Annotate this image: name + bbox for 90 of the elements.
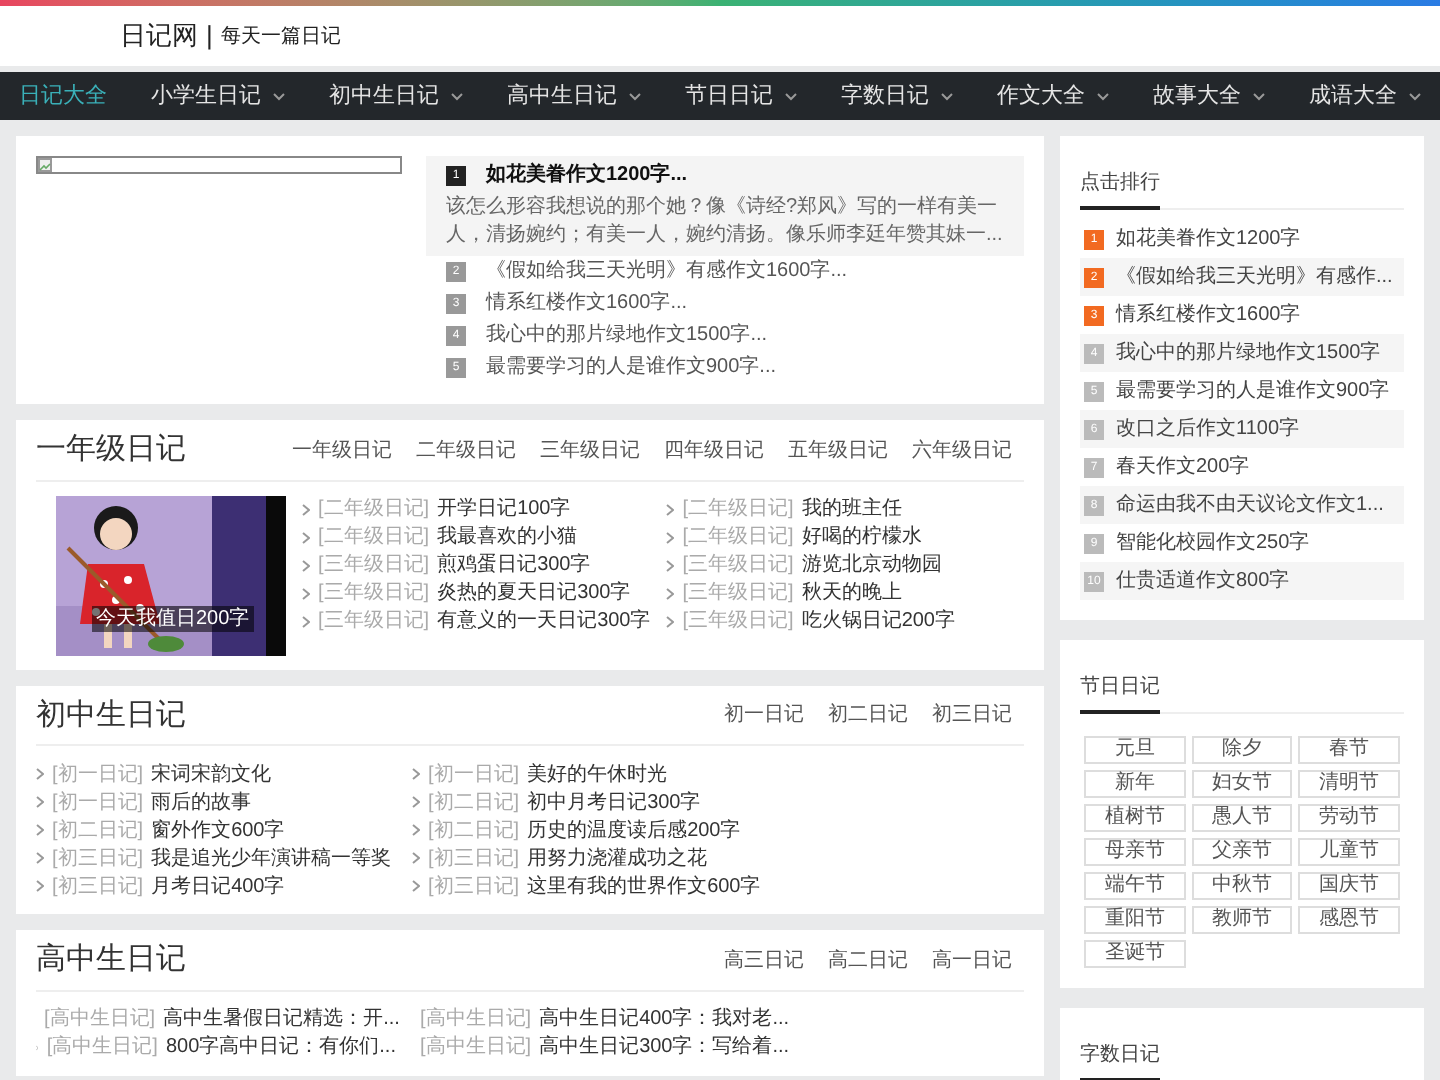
sidebar-title: 节日日记 [1080,672,1160,714]
article-link[interactable]: 秋天的晚上 [801,578,902,608]
festival-tag[interactable]: 儿童节 [1298,838,1400,866]
section-tab[interactable]: 高二日记 [828,945,908,976]
article-link[interactable]: 最需要学习的人是谁作文900字... [486,354,777,382]
festival-tag[interactable]: 教师节 [1191,906,1293,934]
site-logo[interactable]: 日记网 [120,16,198,56]
nav-link[interactable]: 日记大全 [11,79,115,113]
nav-link[interactable]: 小学生日记 [143,79,293,113]
ranking-link[interactable]: 春天作文200字 [1116,452,1250,482]
article-link[interactable]: 用努力浇灌成功之花 [527,843,708,873]
article-link[interactable]: 有意义的一天日记300字 [437,606,651,636]
section-tab[interactable]: 四年级日记 [664,435,764,466]
festival-tag[interactable]: 劳动节 [1298,804,1400,832]
section-title: 一年级日记 [36,430,186,470]
ranking-link[interactable]: 仕贵适道作文800字 [1116,566,1290,596]
nav-link[interactable]: 节日日记 [677,79,805,113]
article-link[interactable]: 高中生日记400字：我对老... [539,1004,790,1034]
section-tab[interactable]: 初一日记 [724,700,804,731]
article-link[interactable]: 历史的温度读后感200字 [527,815,741,845]
article-link[interactable]: 开学日记100字 [437,494,571,524]
festival-tag[interactable]: 清明节 [1298,770,1400,798]
ranking-link[interactable]: 《假如给我三天光明》有感作... [1116,262,1393,292]
article-link[interactable]: 炎热的夏天日记300字 [437,578,631,608]
article-link[interactable]: 高中生暑假日记精选：开... [163,1004,400,1034]
festival-tag[interactable]: 母亲节 [1084,838,1186,866]
festival-tag[interactable]: 圣诞节 [1084,940,1186,968]
article-link[interactable]: 800字高中日记：有你们... [165,1032,396,1062]
festival-tag[interactable]: 中秋节 [1191,872,1293,900]
site-slogan: 每天一篇日记 [220,23,341,51]
article-link[interactable]: 我最喜欢的小猫 [437,522,578,552]
ranking-link[interactable]: 如花美眷作文1200字 [1116,224,1301,254]
article-link[interactable]: 我的班主任 [801,494,902,524]
article-link[interactable]: 我是追光少年演讲稿一等奖 [151,843,392,873]
nav-link[interactable]: 高中生日记 [499,79,649,113]
article-link[interactable]: 《假如给我三天光明》有感作文1600字... [486,258,848,286]
ranking-link[interactable]: 情系红楼作文1600字 [1116,300,1301,330]
section-title: 初中生日记 [36,695,186,735]
article-link[interactable]: 美好的午休时光 [527,759,668,789]
picture-caption[interactable]: 今天我值日200字 [92,605,254,631]
sidebar-title: 点击排行 [1080,168,1160,210]
section-tab[interactable]: 一年级日记 [292,435,392,466]
separator: | [206,18,213,55]
festival-tag[interactable]: 春节 [1298,736,1400,764]
nav-link[interactable]: 故事大全 [1145,79,1273,113]
section-tab[interactable]: 高一日记 [932,945,1012,976]
article-link[interactable]: 月考日记400字 [151,871,285,901]
article-excerpt: 该怎么形容我想说的那个她？像《诗经?郑风》写的一样有美一人，清扬婉约；有美一人，婉约清扬。像乐师李廷年赞其妹一... [446,194,1004,250]
festival-tag[interactable]: 新年 [1084,770,1186,798]
section-tab[interactable]: 五年级日记 [788,435,888,466]
article-link[interactable]: 如花美眷作文1200字... [486,162,688,190]
article-link[interactable]: 好喝的柠檬水 [801,522,922,552]
section-tab[interactable]: 初三日记 [932,700,1012,731]
nav-link[interactable]: 字数日记 [833,79,961,113]
nav-link[interactable]: 作文大全 [989,79,1117,113]
nav-link[interactable]: 初中生日记 [321,79,471,113]
festival-tag[interactable]: 感恩节 [1298,906,1400,934]
ranking-link[interactable]: 最需要学习的人是谁作文900字 [1116,376,1390,406]
article-link[interactable]: 煎鸡蛋日记300字 [437,550,591,580]
ranking-link[interactable]: 改口之后作文1100字 [1116,414,1300,444]
section-tab[interactable]: 初二日记 [828,700,908,731]
article-link[interactable]: 高中生日记300字：写给着... [539,1032,790,1062]
festival-tag[interactable]: 元旦 [1084,736,1186,764]
section-tab[interactable]: 三年级日记 [540,435,640,466]
sidebar-title: 字数日记 [1080,1040,1160,1080]
festival-tag[interactable]: 端午节 [1084,872,1186,900]
article-link[interactable]: 情系红楼作文1600字... [486,290,688,318]
nav-link[interactable]: 成语大全 [1301,79,1429,113]
section-tab[interactable]: 二年级日记 [416,435,516,466]
article-link[interactable]: 初中月考日记300字 [527,787,701,817]
festival-tag[interactable]: 植树节 [1084,804,1186,832]
festival-tag[interactable]: 父亲节 [1191,838,1293,866]
article-link[interactable]: 宋词宋韵文化 [151,759,272,789]
section-tab[interactable]: 高三日记 [724,945,804,976]
ranking-link[interactable]: 命运由我不由天议论文作文1... [1116,490,1384,520]
festival-tag[interactable]: 愚人节 [1191,804,1293,832]
ranking-link[interactable]: 我心中的那片绿地作文1500字 [1116,338,1381,368]
article-link[interactable]: 吃火锅日记200字 [801,606,955,636]
article-link[interactable]: 窗外作文600字 [151,815,285,845]
section-tab[interactable]: 六年级日记 [912,435,1012,466]
festival-tag[interactable]: 国庆节 [1298,872,1400,900]
festival-tag[interactable]: 除夕 [1191,736,1293,764]
article-link[interactable]: 我心中的那片绿地作文1500字... [486,322,768,350]
article-link[interactable]: 这里有我的世界作文600字 [527,871,761,901]
ranking-link[interactable]: 智能化校园作文250字 [1116,528,1310,558]
section-title: 高中生日记 [36,940,186,980]
festival-tag[interactable]: 妇女节 [1191,770,1293,798]
article-link[interactable]: 游览北京动物园 [801,550,942,580]
article-link[interactable]: 雨后的故事 [151,787,252,817]
festival-tag[interactable]: 重阳节 [1084,906,1186,934]
